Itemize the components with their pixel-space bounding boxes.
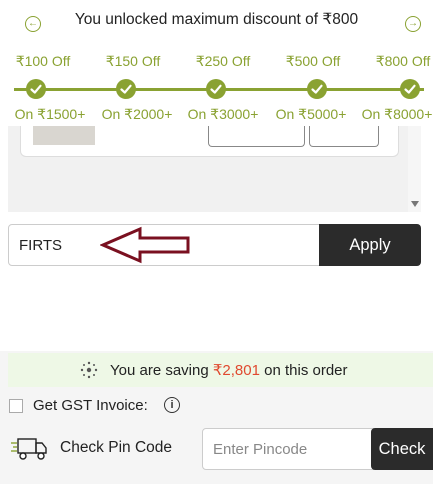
- sparkle-icon: [80, 361, 98, 379]
- scroll-down-icon[interactable]: [411, 201, 419, 207]
- gst-invoice-checkbox[interactable]: [9, 399, 23, 413]
- next-arrow-icon[interactable]: →: [405, 16, 421, 32]
- apply-coupon-button[interactable]: Apply: [319, 224, 421, 266]
- check-icon: [206, 79, 226, 99]
- tier-threshold-5: On ₹8000+: [361, 106, 433, 122]
- tier-discount-4: ₹500 Off: [285, 53, 341, 69]
- check-pincode-label: Check Pin Code: [60, 439, 173, 456]
- discount-banner-title: You unlocked maximum discount of ₹800: [74, 11, 359, 28]
- tier-discount-5: ₹800 Off: [375, 53, 431, 69]
- check-icon: [307, 79, 327, 99]
- tier-threshold-3: On ₹3000+: [187, 106, 259, 122]
- tier-threshold-2: On ₹2000+: [101, 106, 173, 122]
- tier-discount-3: ₹250 Off: [195, 53, 251, 69]
- scrollbar[interactable]: [408, 126, 421, 212]
- pincode-input[interactable]: [202, 428, 374, 470]
- info-icon[interactable]: i: [164, 397, 180, 413]
- tier-discount-1: ₹100 Off: [15, 53, 71, 69]
- savings-prefix: You are saving: [110, 362, 213, 379]
- check-icon: [116, 79, 136, 99]
- item-quantity-select[interactable]: [309, 126, 379, 147]
- check-pincode-button[interactable]: Check: [371, 428, 433, 470]
- gst-invoice-label: Get GST Invoice:: [33, 397, 148, 414]
- check-icon: [400, 79, 420, 99]
- product-thumbnail[interactable]: [33, 126, 95, 145]
- prev-arrow-icon[interactable]: ←: [25, 16, 41, 32]
- check-icon: [26, 79, 46, 99]
- savings-text: You are saving ₹2,801 on this order: [110, 361, 348, 379]
- tier-discount-2: ₹150 Off: [105, 53, 161, 69]
- savings-suffix: on this order: [259, 362, 348, 379]
- annotation-arrow-icon: [100, 226, 190, 264]
- tier-threshold-1: On ₹1500+: [14, 106, 86, 122]
- item-option-select[interactable]: [208, 126, 305, 147]
- savings-amount: ₹2,801: [212, 362, 260, 379]
- tier-threshold-4: On ₹5000+: [275, 106, 347, 122]
- truck-icon: [11, 438, 47, 460]
